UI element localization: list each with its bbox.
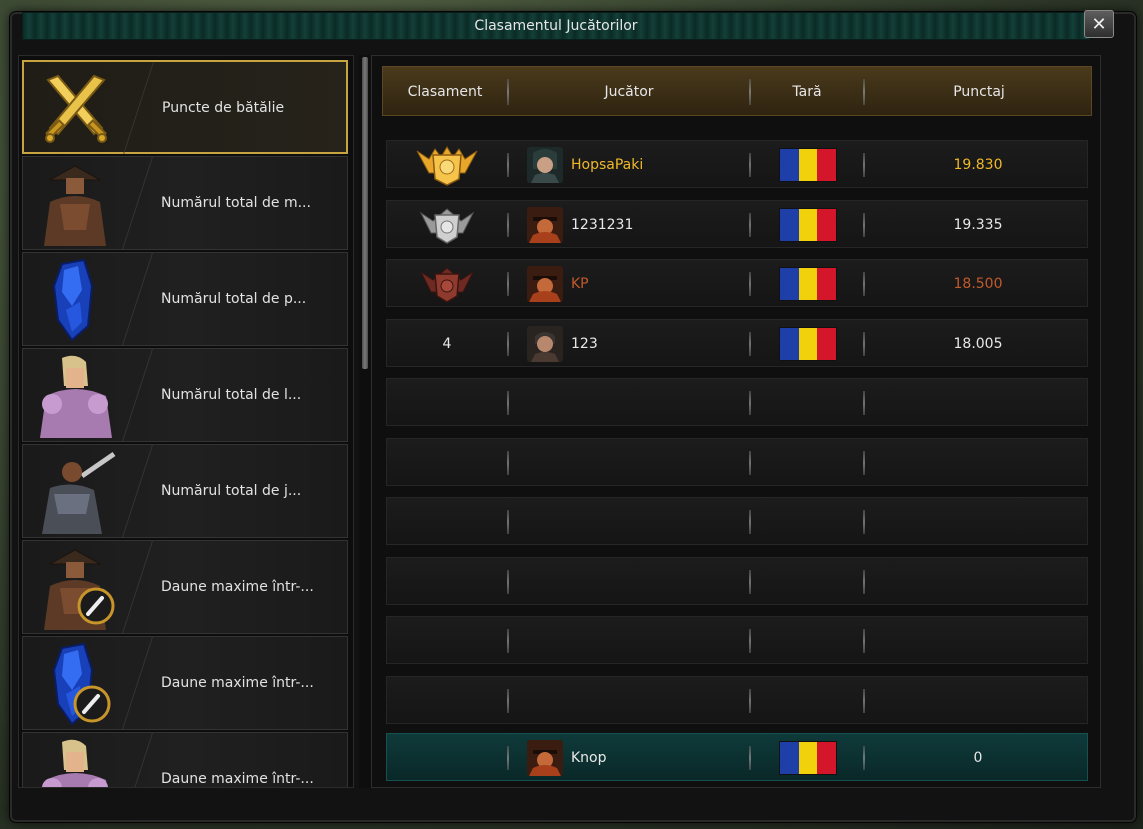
player-avatar <box>527 266 563 302</box>
romania-flag-icon <box>779 326 837 361</box>
table-row <box>386 556 1088 605</box>
table-row <box>386 497 1088 545</box>
column-divider <box>749 569 751 594</box>
country-cell <box>749 201 867 249</box>
player-score: 18.500 <box>953 276 1003 292</box>
column-divider <box>863 688 865 713</box>
leaderboard-table: Clasament Jucător Tară Punctaj HopsaPaki… <box>371 55 1101 788</box>
sidebar-category-item[interactable]: Puncte de bătălie <box>22 60 348 154</box>
country-cell <box>749 320 867 368</box>
window-titlebar: Clasamentul Jucătorilor <box>22 12 1090 40</box>
column-divider <box>863 569 865 594</box>
table-row <box>386 378 1088 426</box>
player-avatar <box>527 740 563 776</box>
column-divider <box>507 688 509 713</box>
sidebar-category-item[interactable]: Daune maxime într-... <box>22 540 348 634</box>
sidebar-scrollbar[interactable] <box>359 55 371 788</box>
sidebar-category-label: Numărul total de p... <box>161 291 307 307</box>
sidebar-category-item[interactable]: Daune maxime într-... <box>22 732 348 787</box>
player-cell[interactable]: 123 <box>527 320 747 368</box>
romania-flag-icon <box>779 267 837 301</box>
column-divider <box>749 391 751 415</box>
rank-number: 4 <box>442 335 452 352</box>
table-row <box>386 616 1088 664</box>
column-divider <box>507 272 509 296</box>
player-avatar <box>527 325 563 362</box>
column-divider <box>507 331 509 356</box>
player-name: 123 <box>571 335 598 352</box>
country-cell <box>749 141 867 189</box>
player-name: 1231231 <box>571 216 634 233</box>
table-row[interactable]: HopsaPaki 19.830 <box>386 140 1088 188</box>
column-divider <box>507 391 509 415</box>
gold-medal-icon <box>387 141 507 189</box>
player-cell[interactable]: 1231231 <box>527 201 747 249</box>
player-avatar <box>527 147 563 183</box>
column-divider <box>507 153 509 177</box>
sidebar-category-label: Daune maxime într-... <box>161 579 314 595</box>
category-sidebar: Puncte de bătălie Numărul total de m... … <box>18 55 354 788</box>
player-score: 0 <box>973 750 983 766</box>
player-score: 19.830 <box>953 157 1003 173</box>
romania-flag-icon <box>779 148 837 182</box>
column-divider <box>507 629 509 653</box>
column-divider <box>863 391 865 415</box>
sidebar-category-label: Numărul total de l... <box>161 387 302 403</box>
column-divider <box>749 688 751 713</box>
sidebar-category-item[interactable]: Daune maxime într-... <box>22 636 348 730</box>
player-score: 18.005 <box>953 335 1003 352</box>
current-player-row[interactable]: Knop 0 <box>386 733 1088 781</box>
header-player: Jucător <box>604 84 654 100</box>
sidebar-category-label: Daune maxime într-... <box>161 771 314 787</box>
sidebar-category-item[interactable]: Numărul total de l... <box>22 348 348 442</box>
player-name: HopsaPaki <box>571 157 644 173</box>
column-divider <box>749 629 751 653</box>
column-divider <box>507 569 509 594</box>
player-avatar <box>527 206 563 243</box>
column-divider <box>863 510 865 534</box>
column-divider <box>507 510 509 534</box>
table-row[interactable]: 4 123 18.005 <box>386 318 1088 368</box>
sidebar-category-label: Numărul total de m... <box>161 195 311 211</box>
scrollbar-thumb[interactable] <box>362 57 368 369</box>
bronze-medal-icon <box>387 260 507 308</box>
column-divider <box>507 450 509 475</box>
sidebar-category-label: Numărul total de j... <box>161 483 302 499</box>
sidebar-category-item[interactable]: Numărul total de p... <box>22 252 348 346</box>
silver-medal-icon <box>387 201 507 249</box>
header-country: Tară <box>792 84 822 100</box>
player-name: Knop <box>571 750 607 766</box>
header-score: Punctaj <box>953 84 1005 100</box>
column-divider <box>749 510 751 534</box>
close-button[interactable]: ✕ <box>1084 10 1114 38</box>
player-name: KP <box>571 276 589 292</box>
sidebar-category-item[interactable]: Numărul total de m... <box>22 156 348 250</box>
header-rank: Clasament <box>407 84 483 100</box>
table-header: Clasament Jucător Tară Punctaj <box>382 66 1092 116</box>
column-divider <box>749 450 751 475</box>
column-divider <box>507 212 509 237</box>
player-cell[interactable]: Knop <box>527 734 747 782</box>
sidebar-category-label: Daune maxime într-... <box>161 675 314 691</box>
table-row <box>386 675 1088 724</box>
close-icon: ✕ <box>1091 13 1107 35</box>
column-divider <box>863 629 865 653</box>
table-row[interactable]: 1231231 19.335 <box>386 199 1088 249</box>
player-cell[interactable]: KP <box>527 260 747 308</box>
window-title: Clasamentul Jucătorilor <box>474 18 638 34</box>
country-cell <box>749 734 867 782</box>
table-row[interactable]: KP 18.500 <box>386 259 1088 307</box>
country-cell <box>749 260 867 308</box>
table-row <box>386 437 1088 486</box>
romania-flag-icon <box>779 207 837 242</box>
player-cell[interactable]: HopsaPaki <box>527 141 747 189</box>
player-score: 19.335 <box>953 216 1003 233</box>
sidebar-category-label: Puncte de bătălie <box>162 100 285 116</box>
column-divider <box>507 746 509 770</box>
column-divider <box>863 450 865 475</box>
sidebar-category-item[interactable]: Numărul total de j... <box>22 444 348 538</box>
romania-flag-icon <box>779 741 837 775</box>
